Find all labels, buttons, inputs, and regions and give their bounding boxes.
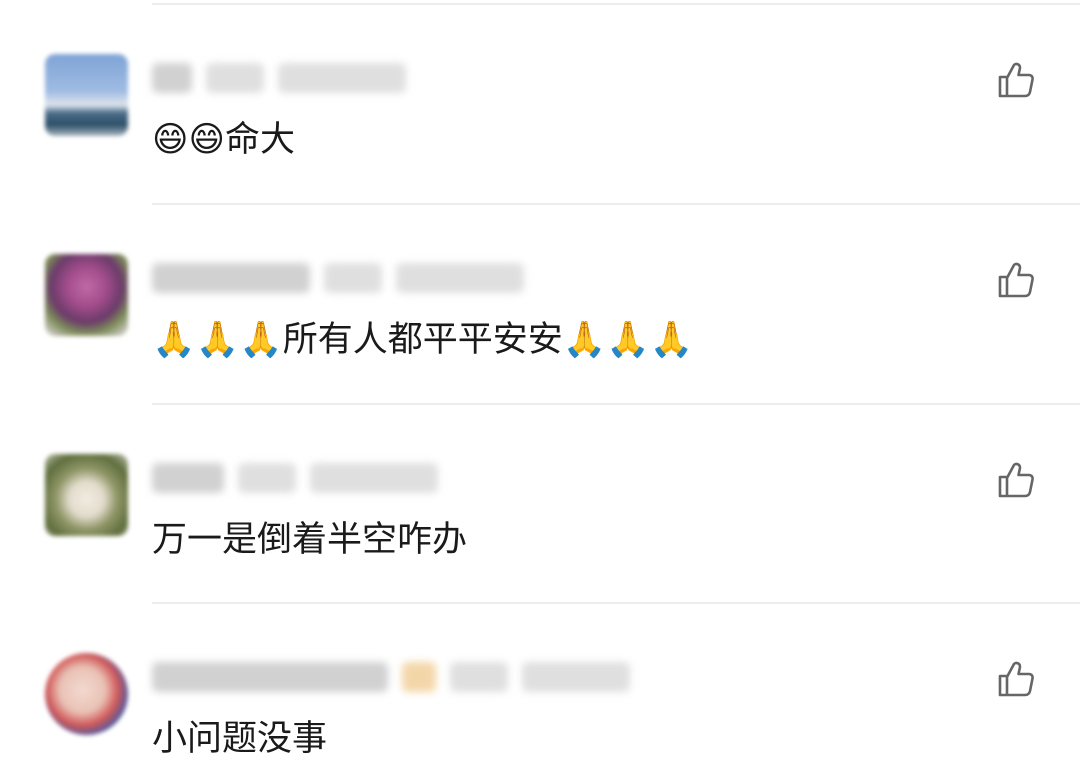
source-label-blurred xyxy=(324,263,382,293)
avatar[interactable] xyxy=(45,254,128,336)
badge-icon xyxy=(402,662,436,692)
source-label-blurred xyxy=(450,662,508,692)
like-button[interactable] xyxy=(996,460,1036,500)
comment-text: 😄😄命大 xyxy=(152,120,295,160)
thumbs-up-icon xyxy=(998,262,1034,298)
like-button[interactable] xyxy=(996,260,1036,300)
source-label-blurred xyxy=(206,63,264,93)
timestamp-blurred xyxy=(310,463,438,493)
avatar[interactable] xyxy=(45,54,128,136)
avatar[interactable] xyxy=(45,454,128,536)
like-button[interactable] xyxy=(996,60,1036,100)
author-name-blurred[interactable] xyxy=(152,63,192,93)
comment-item: 😄😄命大 xyxy=(0,4,1080,204)
comment-meta xyxy=(152,659,630,695)
timestamp-blurred xyxy=(396,263,524,293)
thumbs-up-icon xyxy=(998,661,1034,697)
comment-item: 🙏🙏🙏所有人都平平安安🙏🙏🙏 xyxy=(0,204,1080,404)
thumbs-up-icon xyxy=(998,462,1034,498)
timestamp-blurred xyxy=(278,63,406,93)
like-button[interactable] xyxy=(996,659,1036,699)
comment-item: 小问题没事 xyxy=(0,603,1080,773)
source-label-blurred xyxy=(238,463,296,493)
author-name-blurred[interactable] xyxy=(152,662,388,692)
comment-text: 小问题没事 xyxy=(152,719,328,759)
comment-meta xyxy=(152,260,524,296)
comment-meta xyxy=(152,460,438,496)
author-name-blurred[interactable] xyxy=(152,263,310,293)
comment-text: 万一是倒着半空咋办 xyxy=(152,520,468,560)
timestamp-blurred xyxy=(522,662,630,692)
comment-meta xyxy=(152,60,406,96)
avatar[interactable] xyxy=(45,653,128,735)
author-name-blurred[interactable] xyxy=(152,463,224,493)
comment-list: 😄😄命大 🙏🙏🙏所有人都平平安安🙏🙏🙏 万一是倒着半空咋办 小问题没事 xyxy=(0,0,1080,773)
thumbs-up-icon xyxy=(998,62,1034,98)
comment-text: 🙏🙏🙏所有人都平平安安🙏🙏🙏 xyxy=(152,320,694,360)
comment-item: 万一是倒着半空咋办 xyxy=(0,404,1080,604)
